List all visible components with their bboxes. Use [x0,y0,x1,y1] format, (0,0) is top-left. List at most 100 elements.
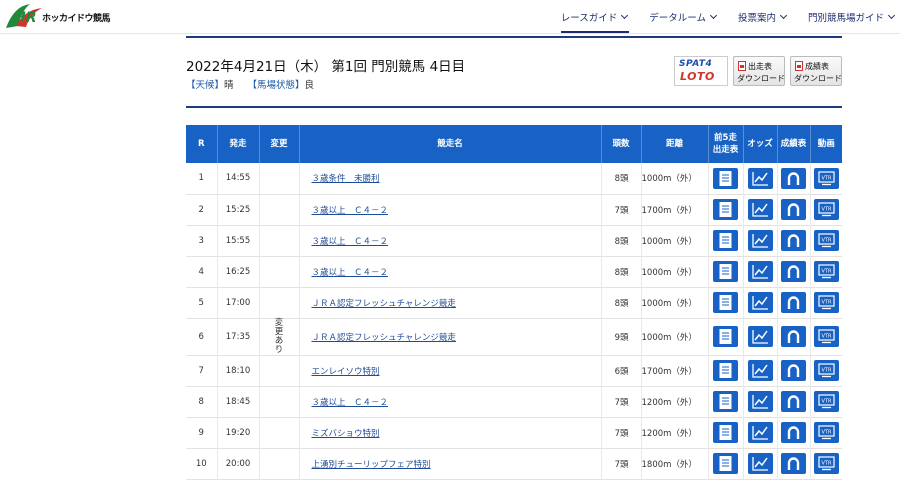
document-icon[interactable] [713,292,738,313]
head-count: 7頭 [601,194,642,226]
race-number: 7 [186,355,218,387]
horseshoe-icon[interactable] [781,167,806,189]
col-header-change: 変更 [259,125,300,163]
nav-item-label: 投票案内 [737,13,776,24]
document-icon[interactable] [713,453,738,474]
race-name-link[interactable]: ３歳条件 未勝利 [312,174,380,184]
prev5-cell [708,318,744,356]
entries-download-button[interactable]: 出走表 ダウンロード [733,56,785,86]
race-name-link[interactable]: ３歳以上 Ｃ４－２ [312,268,389,278]
race-name-link[interactable]: ＪＲＡ認定フレッシュチャレンジ競走 [312,333,456,343]
vtr-monitor-icon[interactable]: VTR [813,360,839,381]
line-chart-icon[interactable] [747,453,773,474]
start-time: 14:55 [217,163,260,195]
horseshoe-icon[interactable] [781,360,806,381]
weather-value: 晴 [224,80,234,91]
prev5-line2: 出走表 [712,145,739,155]
results-download-button[interactable]: 成績表 ダウンロード [790,56,842,86]
spat4-loto-button[interactable]: SPAT4 LOTO [674,56,728,86]
vtr-monitor-icon[interactable]: VTR [813,453,839,474]
table-row: 4 16:25 ３歳以上 Ｃ４－２ 8頭 1000m（外） VTR [186,256,842,288]
video-cell: VTR [810,355,842,387]
horseshoe-icon[interactable] [781,292,806,313]
document-icon[interactable] [713,422,738,443]
horseshoe-icon[interactable] [781,422,806,443]
document-icon[interactable] [713,360,738,381]
vtr-monitor-icon[interactable]: VTR [813,422,839,443]
table-row: 5 17:00 ＪＲＡ認定フレッシュチャレンジ競走 8頭 1000m（外） VTR [186,287,842,319]
results-cell [777,448,811,480]
distance: 1200m（外） [641,417,709,449]
nav-item-label: レースガイド [560,13,618,24]
odds-cell [743,256,778,288]
race-name-link[interactable]: ３歳以上 Ｃ４－２ [312,237,389,247]
prev5-line1: 前5走 [714,133,737,143]
line-chart-icon[interactable] [747,422,773,443]
col-header-prev5: 前5走出走表 [708,125,744,163]
horseshoe-icon[interactable] [781,199,806,220]
line-chart-icon[interactable] [747,199,773,220]
line-chart-icon[interactable] [747,261,773,282]
svg-text:VTR: VTR [821,334,831,340]
site-logo[interactable]: HR ホッカイドウ競馬 [4,2,111,30]
nav-item-3[interactable]: 門別競馬場ガイド [808,6,896,28]
col-header-odds: オッズ [743,125,778,163]
start-time: 17:00 [217,287,260,319]
race-table: R 発走 変更 競走名 頭数 距離 前5走 出走表 オッズ 成績表 動画 1 14:… [186,125,842,480]
video-cell: VTR [810,386,842,418]
vtr-monitor-icon[interactable]: VTR [813,261,839,282]
race-name-link[interactable]: エンレイソウ特別 [312,367,380,377]
main-nav: レースガイド データルーム 投票案内 門別競馬場ガイド [539,0,896,34]
col-header-name: 競走名 [299,125,602,163]
odds-cell [743,318,778,356]
table-row: 7 18:10 エンレイソウ特別 6頭 1700m（外） VTR [186,355,842,387]
line-chart-icon[interactable] [747,360,773,381]
start-time: 18:45 [217,386,260,418]
document-icon[interactable] [713,326,738,347]
document-icon[interactable] [713,199,738,220]
change-cell [259,256,300,288]
distance: 1800m（外） [641,448,709,480]
chevron-down-icon [779,11,788,20]
vtr-monitor-icon[interactable]: VTR [813,391,839,412]
results-download-sublabel: ダウンロード [794,74,842,83]
start-time: 15:25 [217,194,260,226]
race-name-cell: ミズバショウ特別 [299,417,602,449]
document-icon[interactable] [713,391,738,412]
line-chart-icon[interactable] [747,391,773,412]
line-chart-icon[interactable] [747,167,773,189]
vtr-monitor-icon[interactable]: VTR [813,326,839,347]
distance: 1200m（外） [641,386,709,418]
race-name-link[interactable]: ミズバショウ特別 [312,429,380,439]
horseshoe-icon[interactable] [781,391,806,412]
results-cell [777,417,811,449]
race-name-cell: ３歳以上 Ｃ４－２ [299,256,602,288]
race-name-link[interactable]: ＪＲＡ認定フレッシュチャレンジ競走 [312,299,456,309]
nav-item-label: データルーム [649,13,706,24]
prev5-cell [708,386,744,418]
horseshoe-icon[interactable] [781,453,806,474]
horseshoe-icon[interactable] [781,261,806,282]
pdf-icon [738,61,746,71]
document-icon[interactable] [713,261,738,282]
nav-item-0[interactable]: レースガイド [560,6,629,33]
vtr-monitor-icon[interactable]: VTR [813,230,839,251]
divider-bottom [186,106,842,108]
vtr-monitor-icon[interactable]: VTR [813,167,839,189]
nav-item-2[interactable]: 投票案内 [737,6,788,28]
results-download-label: 成績表 [805,62,829,71]
vtr-monitor-icon[interactable]: VTR [813,199,839,220]
vtr-monitor-icon[interactable]: VTR [813,292,839,313]
nav-item-1[interactable]: データルーム [649,6,718,28]
race-name-link[interactable]: ３歳以上 Ｃ４－２ [312,206,389,216]
document-icon[interactable] [713,230,738,251]
horseshoe-icon[interactable] [781,230,806,251]
line-chart-icon[interactable] [747,292,773,313]
svg-text:VTR: VTR [821,461,831,467]
line-chart-icon[interactable] [747,230,773,251]
race-name-link[interactable]: 上湧別チューリップフェア特別 [312,460,431,470]
document-icon[interactable] [713,167,738,189]
horseshoe-icon[interactable] [781,326,806,347]
line-chart-icon[interactable] [747,326,773,347]
race-name-link[interactable]: ３歳以上 Ｃ４－２ [312,398,389,408]
